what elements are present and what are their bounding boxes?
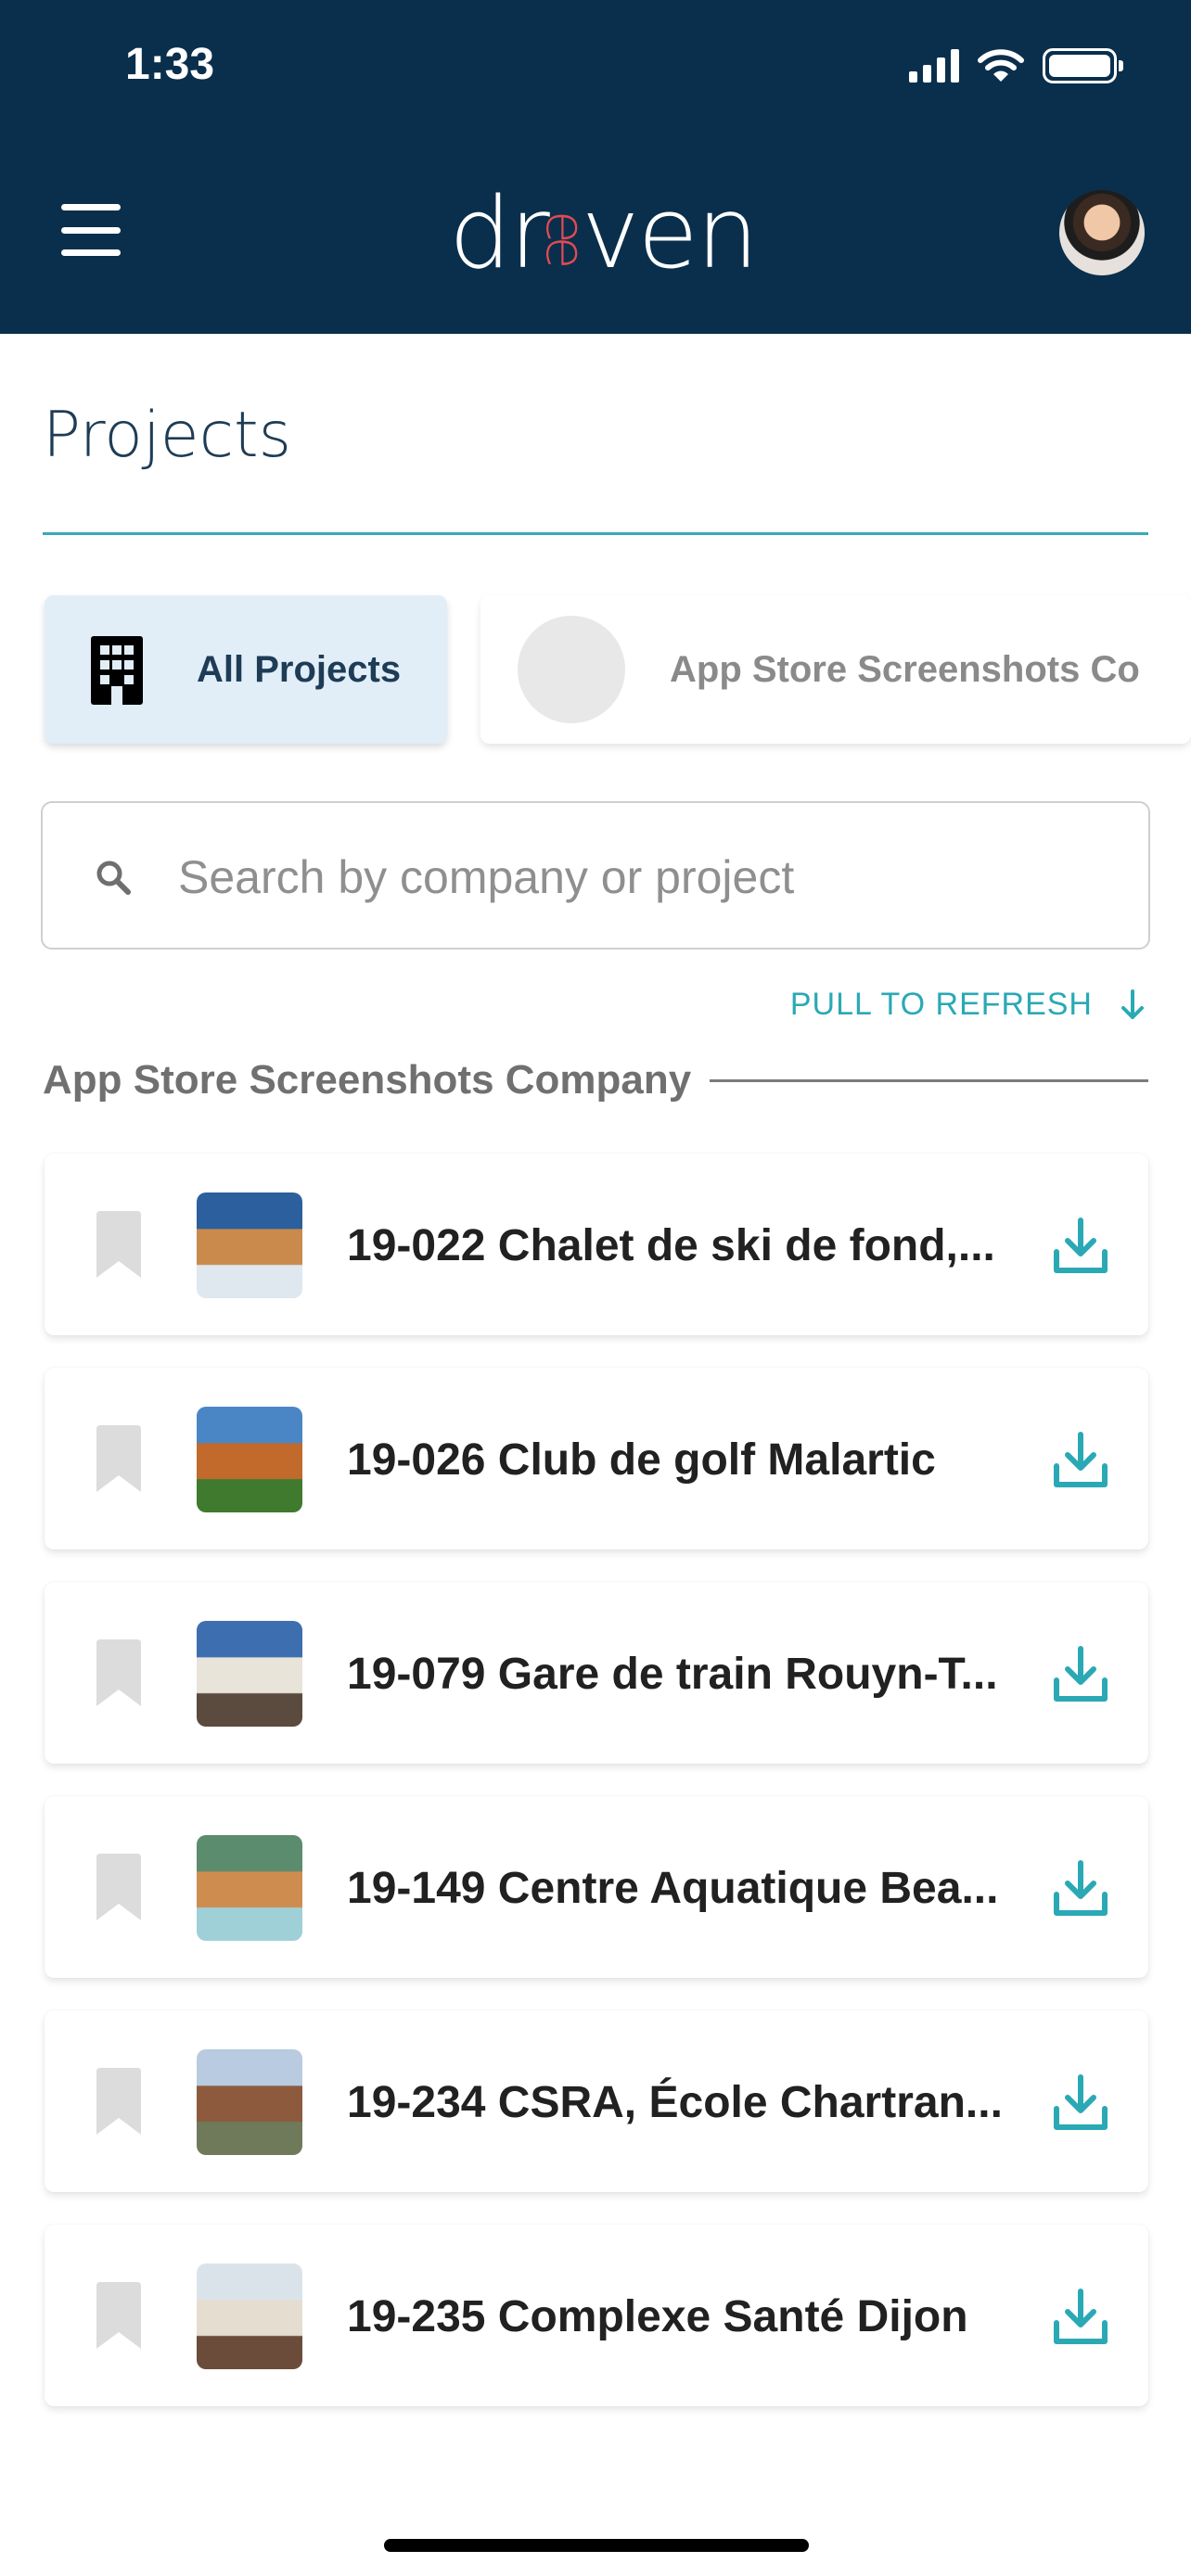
filter-label: All Projects bbox=[197, 648, 402, 690]
download-icon[interactable] bbox=[1052, 1217, 1109, 1276]
hamburger-line-icon bbox=[61, 226, 121, 234]
pull-to-refresh[interactable]: PULL TO REFRESH bbox=[790, 987, 1145, 1023]
download-icon[interactable] bbox=[1052, 2073, 1109, 2133]
project-title: 19-022 Chalet de ski de fond,... bbox=[347, 1221, 995, 1270]
project-thumbnail bbox=[197, 1621, 302, 1727]
logo-text-right: ven bbox=[581, 176, 759, 290]
bookmark-icon[interactable] bbox=[93, 1852, 145, 1922]
project-row[interactable]: 19-149 Centre Aquatique Bea... bbox=[45, 1796, 1148, 1978]
pull-to-refresh-label: PULL TO REFRESH bbox=[789, 987, 1093, 1022]
project-title: 19-234 CSRA, École Chartran... bbox=[347, 2078, 1003, 2127]
hamburger-line-icon bbox=[61, 249, 121, 256]
project-row[interactable]: 19-026 Club de golf Malartic bbox=[45, 1368, 1148, 1549]
project-thumbnail bbox=[197, 1192, 302, 1298]
project-row[interactable]: 19-234 CSRA, École Chartran... bbox=[45, 2010, 1148, 2192]
title-divider bbox=[43, 532, 1148, 535]
arrow-down-icon bbox=[1121, 988, 1144, 1019]
download-icon[interactable] bbox=[1052, 1859, 1109, 1919]
section-divider bbox=[710, 1078, 1148, 1082]
filter-all-projects[interactable]: All Projects bbox=[45, 595, 447, 744]
project-title: 19-149 Centre Aquatique Bea... bbox=[347, 1864, 999, 1913]
section-title: App Store Screenshots Company bbox=[43, 1057, 692, 1103]
company-logo-icon bbox=[518, 616, 625, 723]
user-avatar[interactable] bbox=[1059, 190, 1145, 275]
project-title: 19-026 Club de golf Malartic bbox=[347, 1435, 936, 1485]
page-title: Projects bbox=[43, 399, 292, 472]
status-time: 1:33 bbox=[125, 40, 215, 89]
hamburger-line-icon bbox=[61, 204, 121, 210]
project-thumbnail bbox=[197, 2264, 302, 2369]
filter-company[interactable]: App Store Screenshots Co bbox=[480, 595, 1191, 744]
logo-text-mid: ee bbox=[533, 210, 597, 261]
bookmark-icon[interactable] bbox=[93, 1209, 145, 1280]
logo-accent: ee bbox=[533, 210, 597, 261]
building-icon bbox=[91, 636, 143, 705]
status-icons bbox=[909, 48, 1123, 83]
project-row[interactable]: 19-022 Chalet de ski de fond,... bbox=[45, 1154, 1148, 1335]
search-icon bbox=[96, 861, 131, 895]
project-thumbnail bbox=[197, 1407, 302, 1512]
download-icon[interactable] bbox=[1052, 1645, 1109, 1704]
search-input[interactable] bbox=[178, 831, 1106, 924]
home-indicator bbox=[384, 2539, 809, 2552]
search-box[interactable] bbox=[41, 801, 1150, 950]
project-title: 19-235 Complexe Santé Dijon bbox=[347, 2292, 968, 2341]
battery-icon bbox=[1043, 48, 1123, 83]
bookmark-icon[interactable] bbox=[93, 1423, 145, 1494]
logo-text-left: dr bbox=[449, 176, 550, 290]
bookmark-icon[interactable] bbox=[93, 1638, 145, 1708]
company-section-header: App Store Screenshots Company bbox=[43, 1057, 1148, 1103]
bookmark-icon[interactable] bbox=[93, 2066, 145, 2136]
wifi-icon bbox=[978, 49, 1024, 82]
project-row[interactable]: 19-235 Complexe Santé Dijon bbox=[45, 2225, 1148, 2406]
download-icon[interactable] bbox=[1052, 1431, 1109, 1490]
project-title: 19-079 Gare de train Rouyn-T... bbox=[347, 1650, 998, 1699]
project-thumbnail bbox=[197, 1835, 302, 1941]
bookmark-icon[interactable] bbox=[93, 2280, 145, 2351]
app-header: 1:33 dr ee ven bbox=[0, 0, 1191, 334]
project-thumbnail bbox=[197, 2049, 302, 2155]
app-logo: dr ee ven bbox=[449, 176, 759, 290]
download-icon[interactable] bbox=[1052, 2288, 1109, 2347]
menu-button[interactable] bbox=[61, 204, 121, 256]
project-row[interactable]: 19-079 Gare de train Rouyn-T... bbox=[45, 1582, 1148, 1764]
filter-label: App Store Screenshots Co bbox=[670, 648, 1140, 690]
cellular-signal-icon bbox=[909, 49, 959, 83]
